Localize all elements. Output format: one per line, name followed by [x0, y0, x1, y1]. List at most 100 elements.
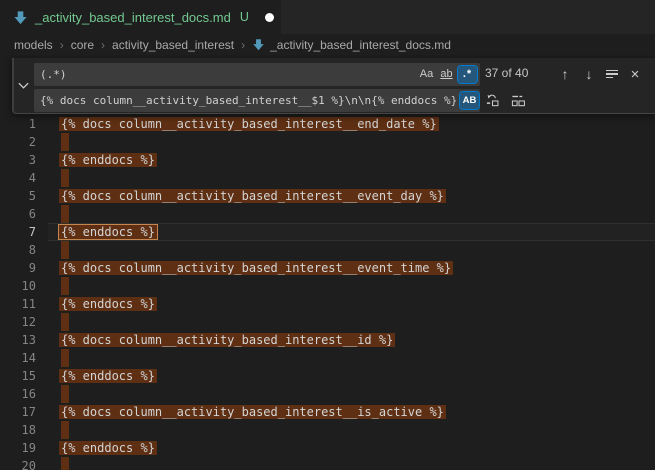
breadcrumb-separator: ›: [60, 38, 64, 52]
code-line[interactable]: 13 {% docs column__activity_based_interes…: [0, 331, 655, 349]
line-content: {% enddocs %}: [61, 295, 157, 313]
selection-icon: [606, 68, 618, 81]
line-number: 17: [0, 403, 36, 421]
match-case-toggle[interactable]: Aa: [417, 66, 436, 83]
empty-line-match-highlight: [61, 205, 69, 223]
close-find-widget-button[interactable]: ×: [626, 63, 644, 85]
editor-tab[interactable]: _activity_based_interest_docs.md U: [0, 0, 281, 34]
find-match-highlight: {% docs column__activity_based_interest_…: [59, 117, 439, 131]
line-content: [61, 277, 69, 295]
code-line[interactable]: 11 {% enddocs %}: [0, 295, 655, 313]
toggle-replace-chevron-icon[interactable]: [17, 79, 30, 92]
line-content: {% docs column__activity_based_interest_…: [61, 187, 446, 205]
empty-line-match-highlight: [61, 421, 69, 439]
code-line[interactable]: 8: [0, 241, 655, 259]
line-content: [61, 205, 69, 223]
code-line[interactable]: 14: [0, 349, 655, 367]
find-match-highlight: {% docs column__activity_based_interest_…: [59, 261, 453, 275]
empty-line-match-highlight: [61, 241, 69, 259]
find-replace-widget: (.*) Aa ab .* 37 of 40 ↑ ↓ × {% docs col…: [12, 58, 655, 114]
line-number: 18: [0, 421, 36, 439]
breadcrumb-filename: _activity_based_interest_docs.md: [270, 38, 451, 52]
line-number: 19: [0, 439, 36, 457]
find-match-highlight: {% enddocs %}: [59, 369, 157, 383]
previous-match-button[interactable]: ↑: [556, 63, 574, 85]
code-line[interactable]: 19 {% enddocs %}: [0, 439, 655, 457]
breadcrumb-item-models[interactable]: models: [14, 38, 53, 52]
find-match-highlight: {% docs column__activity_based_interest_…: [59, 405, 446, 419]
line-number: 8: [0, 241, 36, 259]
replace-icon: [485, 93, 500, 108]
line-content: [61, 241, 69, 259]
find-match-highlight: {% enddocs %}: [59, 441, 157, 455]
line-number: 6: [0, 205, 36, 223]
code-line[interactable]: 5 {% docs column__activity_based_interest…: [0, 187, 655, 205]
code-line[interactable]: 20: [0, 457, 655, 470]
next-match-button[interactable]: ↓: [580, 63, 598, 85]
find-match-highlight: {% enddocs %}: [59, 225, 157, 239]
line-content: {% enddocs %}: [61, 151, 157, 169]
breadcrumb-item-file[interactable]: _activity_based_interest_docs.md: [252, 38, 451, 52]
match-count: 37 of 40: [485, 66, 528, 80]
empty-line-match-highlight: [61, 133, 69, 151]
preserve-case-toggle[interactable]: AB: [460, 92, 479, 109]
line-content: {% docs column__activity_based_interest_…: [61, 331, 395, 349]
whole-word-toggle[interactable]: ab: [437, 66, 456, 83]
code-line[interactable]: 10: [0, 277, 655, 295]
markdown-file-icon: [252, 38, 265, 51]
breadcrumb-separator: ›: [241, 38, 245, 52]
editor-pane[interactable]: (.*) Aa ab .* 37 of 40 ↑ ↓ × {% docs col…: [0, 55, 655, 470]
code-line[interactable]: 17 {% docs column__activity_based_interes…: [0, 403, 655, 421]
line-number: 15: [0, 367, 36, 385]
code-line[interactable]: 12: [0, 313, 655, 331]
find-input[interactable]: (.*): [34, 63, 480, 86]
code-line[interactable]: 4: [0, 169, 655, 187]
line-content: [61, 169, 69, 187]
breadcrumb-item-activity-based-interest[interactable]: activity_based_interest: [112, 38, 234, 52]
line-number: 11: [0, 295, 36, 313]
tab-bar: _activity_based_interest_docs.md U: [0, 0, 655, 34]
code-line[interactable]: 9{% docs column__activity_based_interest…: [0, 259, 655, 277]
replace-one-button[interactable]: [482, 90, 502, 110]
replace-input[interactable]: {% docs column__activity_based_interest_…: [34, 89, 480, 112]
replace-all-icon: [511, 93, 526, 108]
line-content: {% enddocs %}: [61, 223, 157, 241]
line-number: 10: [0, 277, 36, 295]
line-content: [61, 421, 69, 439]
breadcrumb: models › core › activity_based_interest …: [0, 34, 655, 55]
line-number: 1: [0, 115, 36, 133]
line-number: 14: [0, 349, 36, 367]
line-number: 7: [0, 223, 36, 241]
code-line[interactable]: 18: [0, 421, 655, 439]
line-number: 4: [0, 169, 36, 187]
empty-line-match-highlight: [61, 349, 69, 367]
line-number: 20: [0, 457, 36, 470]
line-number: 13: [0, 331, 36, 349]
git-status-badge: U: [240, 10, 249, 24]
vscode-window: _activity_based_interest_docs.md U model…: [0, 0, 655, 470]
breadcrumb-item-core[interactable]: core: [71, 38, 94, 52]
code-line[interactable]: 2: [0, 133, 655, 151]
empty-line-match-highlight: [61, 169, 69, 187]
empty-line-match-highlight: [61, 277, 69, 295]
line-content: {% docs column__activity_based_interest_…: [61, 115, 439, 133]
modified-dot-icon[interactable]: [265, 13, 274, 22]
code-line[interactable]: 3{% enddocs %}: [0, 151, 655, 169]
code-line[interactable]: 1 {% docs column__activity_based_interest…: [0, 115, 655, 133]
tab-filename: _activity_based_interest_docs.md: [35, 10, 231, 25]
replace-all-button[interactable]: [508, 90, 528, 110]
line-content: [61, 133, 69, 151]
line-content: [61, 457, 69, 470]
line-content: {% docs column__activity_based_interest_…: [61, 403, 446, 421]
regex-toggle[interactable]: .*: [458, 66, 477, 83]
find-in-selection-button[interactable]: [603, 63, 621, 85]
line-content: [61, 349, 69, 367]
code-line[interactable]: 15 {% enddocs %}: [0, 367, 655, 385]
line-number: 2: [0, 133, 36, 151]
empty-line-match-highlight: [61, 313, 69, 331]
code-line[interactable]: 16: [0, 385, 655, 403]
line-number: 5: [0, 187, 36, 205]
code-line[interactable]: 6: [0, 205, 655, 223]
code-line[interactable]: 7 {% enddocs %}: [0, 223, 655, 241]
find-match-highlight: {% enddocs %}: [59, 297, 157, 311]
